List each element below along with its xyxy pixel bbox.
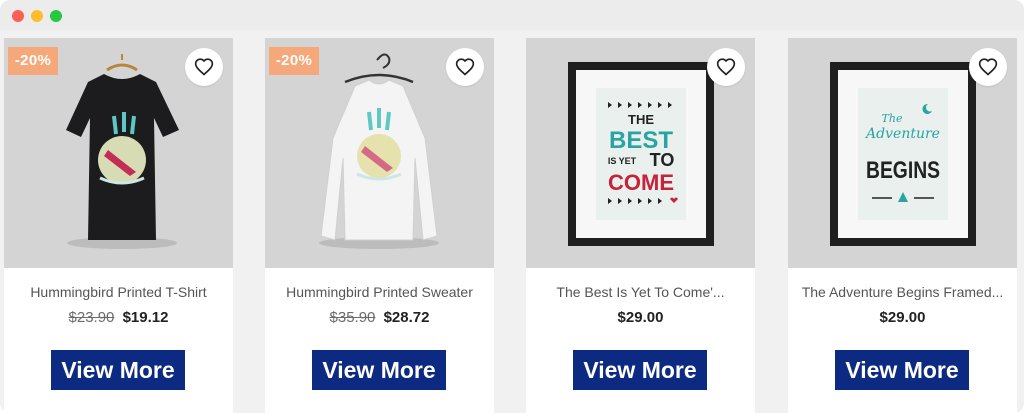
wishlist-button[interactable]	[707, 48, 745, 86]
product-card: -20% Hummingbird Printed T-Shirt $23.90 …	[4, 38, 233, 413]
price: $19.12	[122, 309, 169, 326]
product-image[interactable]: -20%	[4, 38, 233, 268]
product-name[interactable]: Hummingbird Printed Sweater	[265, 284, 494, 300]
heart-icon	[455, 58, 475, 76]
price-row: $23.90 $19.12	[4, 309, 233, 326]
poster-text-begins: BEGINS	[866, 157, 940, 184]
poster-text-adventure: Adventure	[864, 126, 940, 142]
view-more-button[interactable]: View More	[312, 350, 446, 390]
wishlist-button[interactable]	[969, 48, 1007, 86]
price: $28.72	[383, 309, 430, 326]
price: $29.00	[617, 309, 664, 326]
wishlist-button[interactable]	[446, 48, 484, 86]
view-more-button[interactable]: View More	[51, 350, 185, 390]
wishlist-button[interactable]	[185, 48, 223, 86]
old-price: $35.90	[329, 309, 376, 326]
discount-badge: -20%	[269, 47, 319, 75]
minimize-window-button[interactable]	[31, 10, 43, 22]
product-card: The Adventure BEGINS The Adventure Begin…	[788, 38, 1017, 413]
price-row: $35.90 $28.72	[265, 309, 494, 326]
heart-icon	[716, 58, 736, 76]
product-name[interactable]: The Best Is Yet To Come'...	[526, 284, 755, 300]
discount-badge: -20%	[8, 47, 58, 75]
heart-icon	[194, 58, 214, 76]
old-price: $23.90	[68, 309, 115, 326]
view-more-button[interactable]: View More	[573, 350, 707, 390]
product-image[interactable]: THE BEST IS YET TO COME	[526, 38, 755, 268]
heart-icon	[978, 58, 998, 76]
poster-text-to: TO	[650, 150, 675, 170]
price-row: $29.00	[788, 309, 1017, 326]
browser-window: -20% Hummingbird Printed T-Shirt $23.90 …	[0, 0, 1024, 413]
close-window-button[interactable]	[12, 10, 24, 22]
zoom-window-button[interactable]	[50, 10, 62, 22]
product-image[interactable]: -20%	[265, 38, 494, 268]
view-more-button[interactable]: View More	[835, 350, 969, 390]
poster-text-the: The	[882, 112, 903, 125]
title-bar	[0, 0, 1024, 30]
product-card: -20% Hummingbird Printed Sweater $35.90 …	[265, 38, 494, 413]
product-image[interactable]: The Adventure BEGINS	[788, 38, 1017, 268]
poster-text-the: THE	[628, 112, 654, 127]
price: $29.00	[879, 309, 926, 326]
product-card: THE BEST IS YET TO COME The Best Is Yet …	[526, 38, 755, 413]
product-name[interactable]: Hummingbird Printed T-Shirt	[4, 284, 233, 300]
poster-text-is-yet: IS YET	[608, 156, 637, 166]
poster-text-come: COME	[608, 170, 674, 195]
price-row: $29.00	[526, 309, 755, 326]
product-name[interactable]: The Adventure Begins Framed...	[788, 284, 1017, 300]
